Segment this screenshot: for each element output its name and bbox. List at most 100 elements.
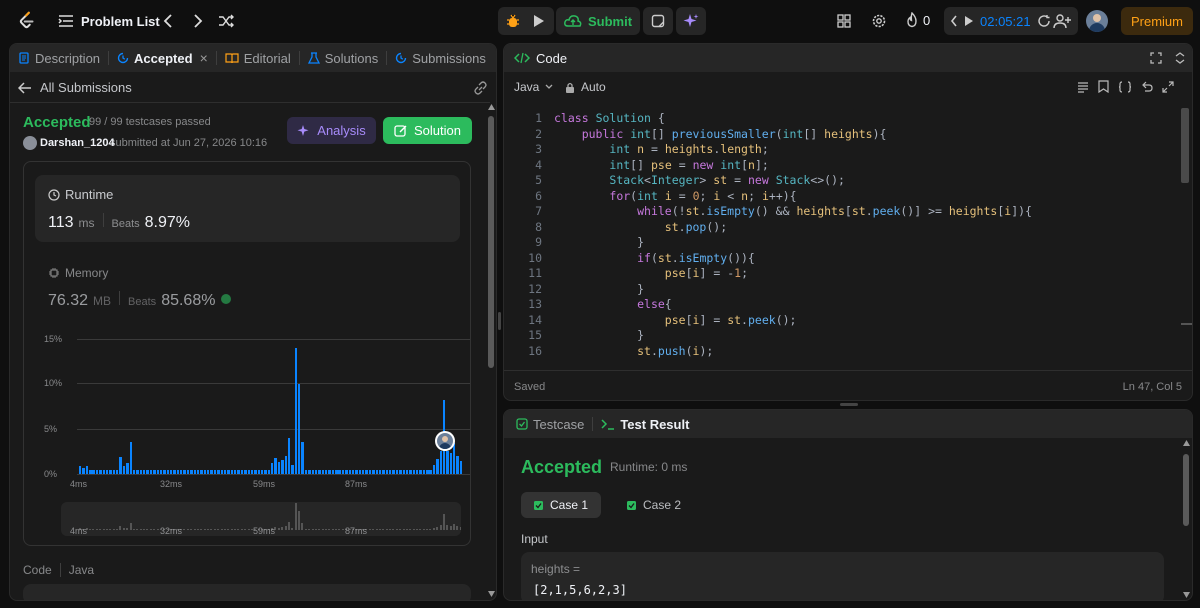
chart-bar[interactable] xyxy=(308,469,311,474)
chart-bar[interactable] xyxy=(294,348,298,474)
solution-button[interactable]: Solution xyxy=(383,117,472,144)
chart-bar[interactable] xyxy=(453,443,456,474)
ai-button[interactable] xyxy=(676,7,706,35)
run-button[interactable] xyxy=(526,7,552,35)
user-avatar[interactable] xyxy=(23,136,37,150)
chart-bar[interactable] xyxy=(213,469,217,474)
chart-bar[interactable] xyxy=(112,469,116,474)
memory-header[interactable]: Memory xyxy=(48,266,108,280)
chart-range-slider[interactable]: 4ms 32ms 59ms 87ms xyxy=(61,502,461,536)
chevron-left-icon[interactable] xyxy=(160,13,176,29)
chart-bar[interactable] xyxy=(237,469,240,474)
chart-bar[interactable] xyxy=(200,469,203,474)
debug-icon[interactable] xyxy=(500,7,526,35)
chart-bar[interactable] xyxy=(105,469,109,474)
chart-bar[interactable] xyxy=(244,469,247,474)
braces-icon[interactable] xyxy=(1118,80,1132,93)
chart-bar[interactable] xyxy=(449,453,453,474)
chart-bar[interactable] xyxy=(399,469,402,474)
chart-bar[interactable] xyxy=(210,469,213,474)
chart-bar[interactable] xyxy=(217,469,220,474)
code-line[interactable]: 16 st.push(i); xyxy=(504,344,1174,360)
chart-bar[interactable] xyxy=(119,456,122,474)
chart-bar[interactable] xyxy=(173,469,176,474)
code-line[interactable]: 7 while(!st.isEmpty() && heights[st.peek… xyxy=(504,204,1174,220)
code-line[interactable]: 3 int n = heights.length; xyxy=(504,142,1174,158)
chart-bar[interactable] xyxy=(409,469,412,474)
chart-bar[interactable] xyxy=(277,462,281,474)
chart-bar[interactable] xyxy=(264,469,267,474)
chart-bar[interactable] xyxy=(159,469,163,474)
chart-bar[interactable] xyxy=(328,469,331,474)
chart-bar[interactable] xyxy=(402,469,405,474)
chart-bar[interactable] xyxy=(186,469,190,474)
fullscreen-icon[interactable] xyxy=(1150,52,1162,64)
chart-bar[interactable] xyxy=(422,469,426,474)
notes-button[interactable] xyxy=(643,7,673,35)
chart-bar[interactable] xyxy=(362,469,365,474)
chart-bar[interactable] xyxy=(234,469,237,474)
chart-bar[interactable] xyxy=(79,465,82,474)
code-line[interactable]: 10 if(st.isEmpty()){ xyxy=(504,251,1174,267)
undo-icon[interactable] xyxy=(1141,81,1153,93)
chart-bar[interactable] xyxy=(368,469,372,474)
tab-description[interactable]: Description xyxy=(10,51,108,66)
chart-bar[interactable] xyxy=(419,469,422,474)
chart-bar[interactable] xyxy=(389,469,392,474)
chart-bar[interactable] xyxy=(331,469,335,474)
maximize-icon[interactable] xyxy=(1162,80,1174,93)
chart-bar[interactable] xyxy=(190,469,193,474)
chart-bar[interactable] xyxy=(375,469,378,474)
code-line[interactable]: 6 for(int i = 0; i < n; i++){ xyxy=(504,189,1174,205)
runtime-card[interactable]: Runtime 113 ms Beats 8.97% xyxy=(35,175,460,242)
chart-bar[interactable] xyxy=(429,469,432,474)
vertical-resize-handle[interactable] xyxy=(498,312,501,330)
scrollbar-thumb[interactable] xyxy=(1183,454,1189,526)
chart-bar[interactable] xyxy=(436,458,439,474)
chart-bar[interactable] xyxy=(169,469,173,474)
code-line[interactable]: 9 } xyxy=(504,235,1174,251)
chart-bar[interactable] xyxy=(378,469,382,474)
chart-bar[interactable] xyxy=(301,441,304,474)
play-icon[interactable] xyxy=(964,15,974,27)
chart-bar[interactable] xyxy=(223,469,227,474)
chart-bar[interactable] xyxy=(271,463,274,474)
chart-bar[interactable] xyxy=(412,469,416,474)
chart-bar[interactable] xyxy=(345,469,348,474)
tab-testcase[interactable]: Testcase xyxy=(508,417,592,432)
chart-bar[interactable] xyxy=(338,469,341,474)
format-icon[interactable] xyxy=(1077,81,1089,93)
expand-icon[interactable] xyxy=(1175,52,1185,64)
chart-bar[interactable] xyxy=(304,469,308,474)
chart-bar[interactable] xyxy=(459,461,463,474)
chart-bar[interactable] xyxy=(136,469,139,474)
chart-bar[interactable] xyxy=(153,469,156,474)
avatar[interactable] xyxy=(1086,10,1108,32)
chart-bar[interactable] xyxy=(274,457,277,474)
code-editor[interactable]: 1 class Solution {2 public int[] previous… xyxy=(504,108,1174,366)
chart-bar[interactable] xyxy=(183,469,186,474)
chart-bar[interactable] xyxy=(318,469,321,474)
chart-bar[interactable] xyxy=(351,469,355,474)
chart-bar[interactable] xyxy=(149,469,153,474)
chart-bar[interactable] xyxy=(180,469,183,474)
chart-bar[interactable] xyxy=(146,469,149,474)
shuffle-icon[interactable] xyxy=(217,13,235,29)
chart-bar[interactable] xyxy=(196,469,200,474)
case-2-tab[interactable]: Case 2 xyxy=(614,492,694,518)
scrollbar[interactable] xyxy=(486,104,496,598)
chart-bar[interactable] xyxy=(129,441,132,474)
code-line[interactable]: 2 public int[] previousSmaller(int[] hei… xyxy=(504,127,1174,143)
code-line[interactable]: 12 } xyxy=(504,282,1174,298)
language-selector[interactable]: Java xyxy=(514,80,553,94)
chart-bar[interactable] xyxy=(456,456,459,474)
chart-bar[interactable] xyxy=(325,469,328,474)
chart-bar[interactable] xyxy=(426,469,429,474)
chart-bar[interactable] xyxy=(335,469,338,474)
chart-bar[interactable] xyxy=(230,469,234,474)
chart-bar[interactable] xyxy=(126,463,129,474)
chart-bar[interactable] xyxy=(281,459,284,474)
reset-icon[interactable] xyxy=(1037,14,1051,28)
editor-scrollbar-thumb[interactable] xyxy=(1181,108,1189,183)
tab-test-result[interactable]: Test Result xyxy=(593,417,697,432)
